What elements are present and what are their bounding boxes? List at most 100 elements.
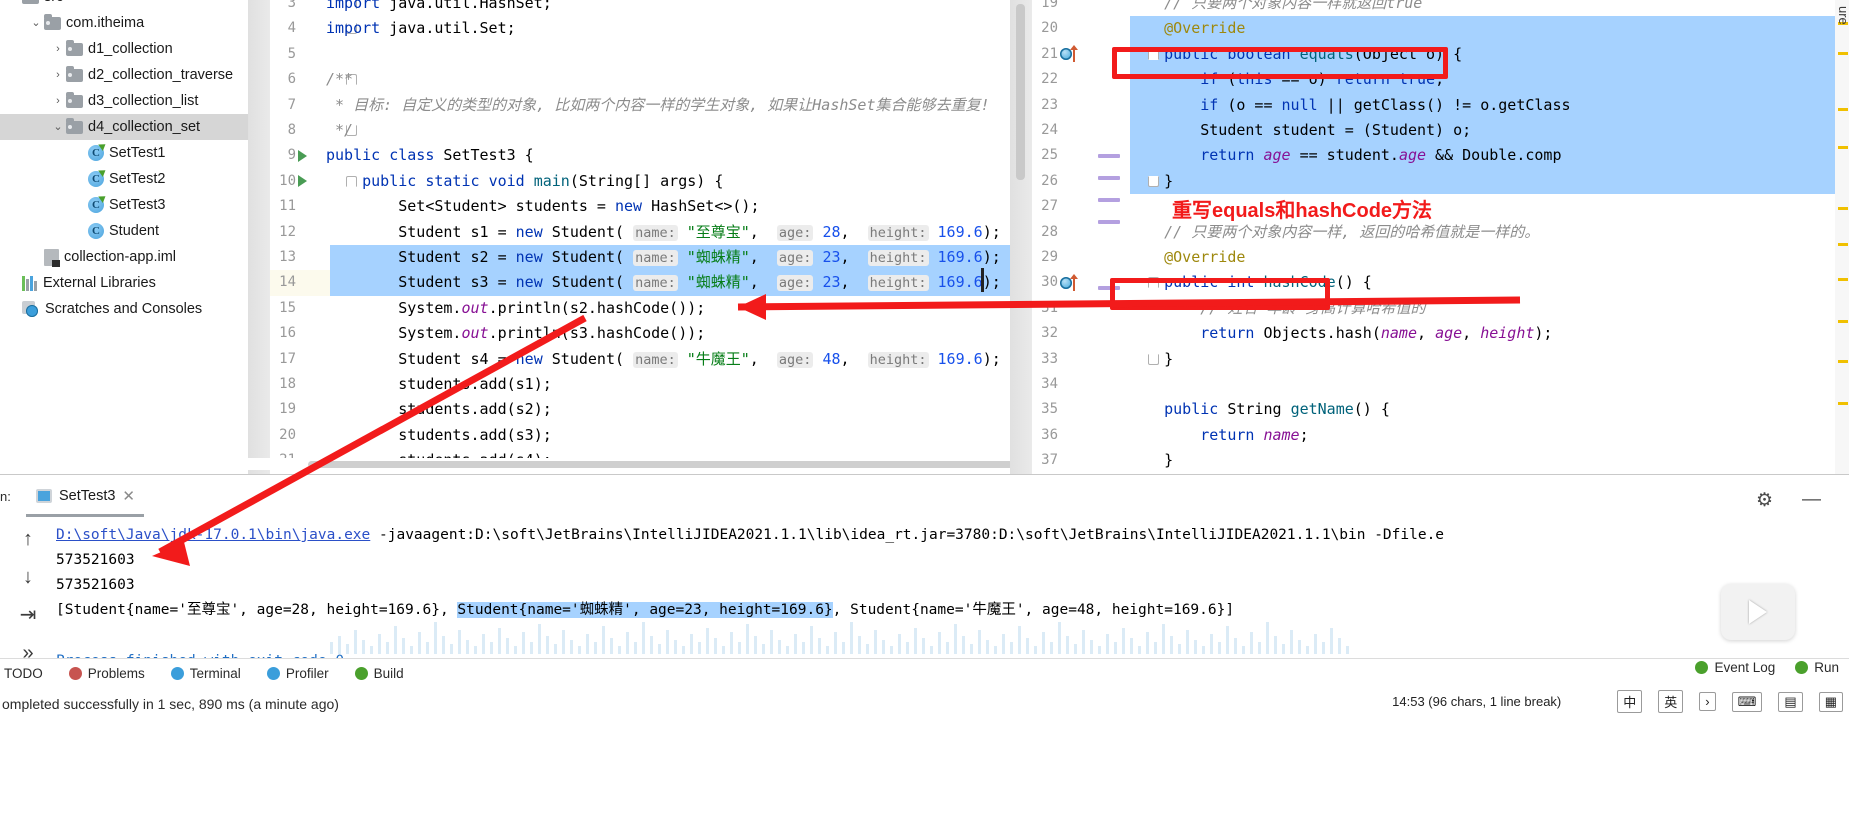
code-line-16[interactable]: 16 System.out.println(s3.hashCode()); [248,321,1010,346]
code-line-19[interactable]: 19 // 只要两个对象内容一样就返回true [1010,0,1849,16]
code-line-5[interactable]: 5 [248,42,1010,67]
chevron-right-icon[interactable]: · [6,296,22,322]
soft-wrap-button[interactable]: ⇥ [20,605,37,625]
status-bar[interactable]: TODO Problems Terminal Profiler Build [0,658,1849,688]
tray-more-icon[interactable]: ▦ [1818,691,1843,712]
right-edge-tab-structure[interactable]: ure [1836,6,1849,25]
editor-right-code[interactable]: 19 // 只要两个对象内容一样就返回true 20 @Override 21 pu… [1010,0,1849,474]
problems-button[interactable]: Problems [68,666,145,681]
tray-keyboard-icon[interactable]: ⌨ [1731,691,1763,712]
code-line-32[interactable]: 32 return Objects.hash(name, age, height… [1010,321,1849,346]
run-gutter-icon[interactable] [298,175,307,188]
run-toolbar[interactable]: ↑ ↓ ⇥» [8,523,48,669]
chevron-right-icon[interactable]: · [72,218,88,244]
code-line-26[interactable]: 26 } [1010,168,1849,195]
tree-item-com-itheima[interactable]: ⌄ com.itheima [0,10,248,36]
code-line-19[interactable]: 19 students.add(s2); [248,397,1010,422]
chevron-right-icon[interactable]: › [50,36,66,62]
code-line-3[interactable]: 3 import java.util.HashSet; [248,0,1010,16]
gutter-icons[interactable] [1060,42,1106,67]
tree-item-settest2[interactable]: ·C SetTest2 [0,166,248,192]
ime-cn-indicator[interactable]: 中 [1617,690,1643,713]
terminal-button[interactable]: Terminal [170,666,241,681]
code-line-34[interactable]: 34 [1010,372,1849,397]
tree-item-settest3[interactable]: ·C SetTest3 [0,192,248,218]
chevron-down-icon[interactable]: ⌄ [28,10,44,36]
chevron-right-icon[interactable]: › [50,88,66,114]
code-line-28[interactable]: 28 // 只要两个对象内容一样, 返回的哈希值就是一样的。 [1010,220,1849,245]
editor-right-error-stripe[interactable] [1835,0,1849,474]
editor-left-horizontal-scrollbar[interactable] [248,458,1013,470]
editor-pane-student[interactable]: 19 // 只要两个对象内容一样就返回true 20 @Override 21 pu… [1010,0,1849,474]
todo-button[interactable]: TODO [4,666,43,681]
chevron-right-icon[interactable]: · [28,244,44,270]
tray-chevron-icon[interactable]: › [1699,692,1716,711]
profiler-button[interactable]: Profiler [266,666,329,681]
build-button[interactable]: Build [354,666,404,681]
chevron-right-icon[interactable]: · [72,192,88,218]
chevron-right-icon[interactable]: › [50,62,66,88]
ime-en-indicator[interactable]: 英 [1658,690,1684,713]
code-line-24[interactable]: 24 Student student = (Student) o; [1010,118,1849,144]
system-tray[interactable]: 14:53 (96 chars, 1 line break) 中英 › ⌨ ▤ ▦ [1392,690,1843,713]
tree-item-d3-collection-list[interactable]: › d3_collection_list [0,88,248,114]
java-exe-link[interactable]: D:\soft\Java\jdk-17.0.1\bin\java.exe [56,527,370,543]
code-line-18[interactable]: 18 students.add(s1); [248,372,1010,397]
scrollbar-thumb[interactable] [308,461,1013,468]
chevron-right-icon[interactable]: · [72,166,88,192]
code-line-20[interactable]: 20 @Override [1010,16,1849,42]
status-bar-right[interactable]: Event Log Run [1695,660,1839,675]
close-icon[interactable]: ✕ [122,487,135,505]
tree-item-external-libraries[interactable]: · External Libraries [0,270,248,296]
code-line-15[interactable]: 15 System.out.println(s2.hashCode()); [248,296,1010,321]
code-line-12[interactable]: 12 Student s1 = new Student( name: "至尊宝"… [248,220,1010,245]
code-line-11[interactable]: 11 Set<Student> students = new HashSet<>… [248,194,1010,219]
code-line-31[interactable]: 31 // 姓名 年龄 身高计算哈希值的 [1010,296,1849,321]
gutter-icons[interactable] [1060,270,1106,295]
editor-pane-settest3[interactable]: 3 import java.util.HashSet; 4 import java.u… [248,0,1010,474]
code-line-27[interactable]: 27 [1010,194,1849,219]
code-line-25[interactable]: 25 return age == student.age && Double.c… [1010,143,1849,169]
run-tool-window[interactable]: n: SetTest3 ✕ ↑ ↓ ⇥» D:\soft\Java\jdk-17.0… [0,474,1849,668]
code-line-36[interactable]: 36 return name; [1010,423,1849,448]
code-line-35[interactable]: 35 public String getName() { [1010,397,1849,422]
editor-left-code[interactable]: 3 import java.util.HashSet; 4 import java.u… [248,0,1010,474]
code-line-9[interactable]: 9 public class SetTest3 { [248,143,1010,168]
code-line-33[interactable]: 33 } [1010,347,1849,372]
tree-item-d4-collection-set[interactable]: ⌄ d4_collection_set [0,114,248,140]
code-line-13[interactable]: 13 Student s2 = new Student( name: "蜘蛛精"… [248,245,1010,271]
code-line-21[interactable]: 21 public boolean equals(Object o) { [1010,41,1849,68]
code-line-10[interactable]: 10 public static void main(String[] args… [248,169,1010,194]
tree-item-settest1[interactable]: ·C SetTest1 [0,140,248,166]
tree-item-d1-collection[interactable]: › d1_collection [0,36,248,62]
chevron-right-icon[interactable]: · [6,270,22,296]
code-line-29[interactable]: 29 @Override [1010,245,1849,270]
tree-item-student[interactable]: ·C Student [0,218,248,244]
tree-item-src[interactable]: ⌄ src [0,0,248,10]
code-line-7[interactable]: 7 * 目标: 自定义的类型的对象, 比如两个内容一样的学生对象, 如果让Has… [248,93,1010,118]
code-line-14[interactable]: 14 Student s3 = new Student( name: "蜘蛛精"… [248,270,1010,296]
code-line-17[interactable]: 17 Student s4 = new Student( name: "牛魔王"… [248,347,1010,372]
code-line-4[interactable]: 4 import java.util.Set; [248,16,1010,41]
run-gutter-icon[interactable] [298,149,307,162]
run-tab-settest3[interactable]: SetTest3 ✕ [26,481,145,511]
floating-play-button[interactable] [1721,584,1795,640]
code-line-6[interactable]: 6 /** [248,67,1010,92]
code-line-8[interactable]: 8 */ [248,118,1010,143]
event-log-button[interactable]: Event Log [1695,660,1775,675]
tree-item-scratches-and-consoles[interactable]: · Scratches and Consoles [0,296,248,322]
scroll-down-button[interactable]: ↓ [23,567,33,587]
code-line-37[interactable]: 37 } [1010,448,1849,473]
code-line-23[interactable]: 23 if (o == null || getClass() != o.getC… [1010,92,1849,118]
code-line-22[interactable]: 22 if (this == o) return true; [1010,67,1849,93]
chevron-right-icon[interactable]: · [72,140,88,166]
minimize-icon[interactable]: — [1802,489,1821,511]
tree-item-collection-app-iml[interactable]: · collection-app.iml [0,244,248,270]
code-line-20[interactable]: 20 students.add(s3); [248,423,1010,448]
tray-network-icon[interactable]: ▤ [1778,691,1803,712]
chevron-down-icon[interactable]: ⌄ [50,114,66,140]
gear-icon[interactable]: ⚙ [1756,489,1773,512]
scroll-up-button[interactable]: ↑ [23,529,33,549]
tree-item-d2-collection-traverse[interactable]: › d2_collection_traverse [0,62,248,88]
run-button[interactable]: Run [1795,660,1839,675]
